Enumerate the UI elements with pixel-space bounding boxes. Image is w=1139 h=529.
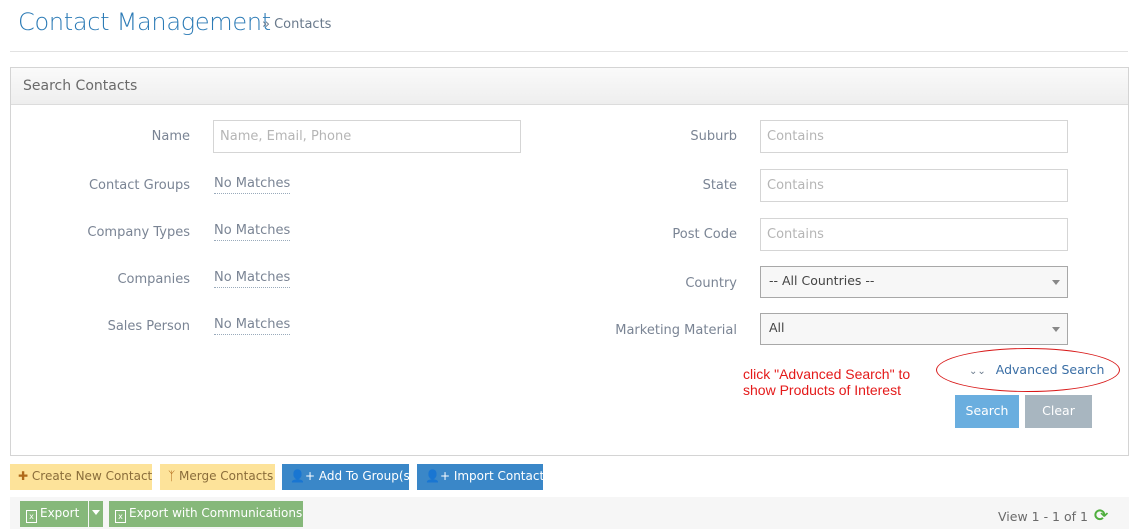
pager-info: View 1 - 1 of 1 — [998, 509, 1088, 524]
country-selected-value: -- All Countries -- — [769, 273, 875, 288]
annotation-text: click "Advanced Search" to show Products… — [743, 366, 910, 398]
post-code-input[interactable] — [760, 218, 1068, 251]
sales-person-label: Sales Person — [107, 319, 190, 334]
search-contacts-panel: Search Contacts Name Contact Groups No M… — [10, 67, 1129, 456]
chevron-down-icon — [1052, 280, 1060, 285]
page-title: Contact Management — [18, 8, 271, 36]
plus-icon: ✚ — [18, 469, 29, 483]
export-dropdown-toggle[interactable] — [89, 501, 103, 527]
panel-title: Search Contacts — [11, 68, 1128, 105]
sales-person-picker[interactable]: No Matches — [214, 317, 291, 335]
import-contacts-button[interactable]: 👤+ Import Contacts — [417, 464, 550, 490]
export-button[interactable]: x Export — [20, 501, 88, 527]
name-label: Name — [151, 129, 190, 144]
chevron-down-icon — [92, 510, 100, 515]
annotation-line-1: click "Advanced Search" to — [743, 366, 911, 382]
refresh-icon[interactable]: ⟳ — [1094, 506, 1108, 526]
add-to-groups-label: Add To Group(s) — [318, 469, 415, 483]
merge-icon: ᛉ — [168, 469, 176, 483]
chevron-down-icon — [1052, 327, 1060, 332]
merge-contacts-button[interactable]: ᛉ Merge Contacts — [160, 464, 275, 490]
companies-picker[interactable]: No Matches — [214, 270, 291, 288]
advanced-search-link[interactable]: ⌄⌄ Advanced Search — [969, 362, 1104, 377]
double-chevron-down-icon: ⌄⌄ — [969, 366, 986, 377]
country-label: Country — [685, 276, 737, 291]
advanced-search-label: Advanced Search — [995, 362, 1105, 377]
breadcrumb[interactable]: » Contacts — [262, 17, 331, 32]
company-types-picker[interactable]: No Matches — [214, 223, 291, 241]
companies-label: Companies — [117, 272, 190, 287]
company-types-label: Company Types — [87, 225, 190, 240]
create-new-contact-label: Create New Contact — [31, 469, 153, 483]
marketing-material-selected-value: All — [769, 320, 785, 335]
contact-groups-picker[interactable]: No Matches — [214, 176, 291, 194]
state-label: State — [702, 178, 737, 193]
country-select[interactable]: -- All Countries -- — [760, 266, 1068, 298]
state-input[interactable] — [760, 169, 1068, 202]
create-new-contact-button[interactable]: ✚ Create New Contact — [10, 464, 152, 490]
export-with-communications-label: Export with Communications — [129, 506, 303, 520]
suburb-label: Suburb — [690, 129, 737, 144]
suburb-input[interactable] — [760, 120, 1068, 153]
export-label: Export — [40, 506, 80, 520]
search-button[interactable]: Search — [955, 395, 1019, 428]
marketing-material-label: Marketing Material — [615, 323, 737, 338]
add-user-icon: 👤+ — [425, 469, 450, 483]
add-user-icon: 👤+ — [290, 469, 315, 483]
name-input[interactable] — [213, 120, 521, 153]
marketing-material-select[interactable]: All — [760, 313, 1068, 345]
merge-contacts-label: Merge Contacts — [179, 469, 274, 483]
clear-button[interactable]: Clear — [1025, 395, 1092, 428]
contact-groups-label: Contact Groups — [88, 178, 190, 193]
excel-icon: x — [115, 510, 126, 523]
page-header: Contact Management » Contacts — [10, 0, 1128, 52]
post-code-label: Post Code — [672, 227, 737, 242]
export-with-communications-button[interactable]: x Export with Communications — [109, 501, 303, 527]
excel-icon: x — [26, 510, 37, 523]
annotation-line-2: show Products of Interest — [743, 382, 901, 398]
import-contacts-label: Import Contacts — [453, 469, 551, 483]
add-to-groups-button[interactable]: 👤+ Add To Group(s) — [282, 464, 414, 490]
